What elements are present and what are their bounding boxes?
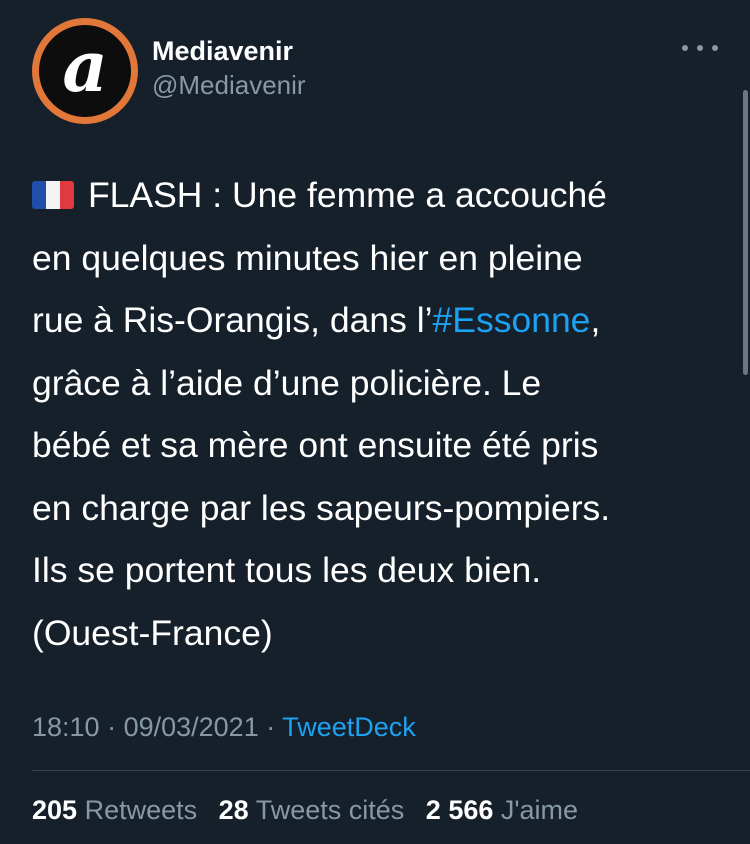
likes-label: J'aime [500, 795, 579, 825]
tweet-line: (Ouest-France) [32, 602, 722, 665]
tweet-stats: 205 Retweets 28 Tweets cités 2 566 J'aim… [32, 791, 592, 829]
tweet-line-text: FLASH : Une femme a accouché [88, 175, 607, 215]
likes-count: 2 566 [425, 795, 494, 825]
author-names[interactable]: Mediavenir @Mediavenir [152, 34, 306, 102]
tweet-source-link[interactable]: TweetDeck [282, 712, 416, 742]
tweet-text: FLASH : Une femme a accouché en quelques… [32, 164, 722, 664]
tweet-line: en quelques minutes hier en pleine [32, 227, 722, 290]
user-handle[interactable]: @Mediavenir [152, 68, 306, 102]
quotes-count: 28 [218, 795, 249, 825]
tweet-line: en charge par les sapeurs-pompiers. [32, 477, 722, 540]
more-dot [682, 45, 688, 51]
tweet-line-text: rue à Ris-Orangis, dans l’ [32, 300, 433, 340]
avatar-logo: a [39, 25, 131, 117]
tweet-date[interactable]: 09/03/2021 [124, 712, 259, 742]
more-options-icon[interactable] [682, 40, 718, 56]
divider [32, 770, 750, 771]
scrollbar[interactable] [743, 90, 748, 375]
tweet-line-text: en quelques minutes hier en pleine [32, 237, 583, 278]
tweet-line-text: (Ouest-France) [32, 612, 273, 653]
hashtag-link[interactable]: #Essonne [433, 300, 591, 340]
tweet-line: FLASH : Une femme a accouché [32, 164, 722, 227]
quotes-label: Tweets cités [255, 795, 405, 825]
tweet-line-text: , [590, 300, 601, 340]
likes-stat[interactable]: 2 566 J'aime [426, 795, 592, 825]
tweet-line: Ils se portent tous les deux bien. [32, 539, 722, 602]
meta-separator: · [258, 712, 283, 742]
tweet-line-text: bébé et sa mère ont ensuite été pris [32, 425, 599, 465]
retweets-stat[interactable]: 205 Retweets [32, 795, 211, 825]
avatar-letter: a [62, 25, 108, 108]
retweets-label: Retweets [84, 795, 198, 825]
avatar[interactable]: a [32, 18, 138, 124]
tweet-line-text: grâce à l’aide d’une policière. Le [32, 362, 542, 403]
tweet-line: bébé et sa mère ont ensuite été pris [32, 414, 722, 477]
more-dot [697, 45, 703, 51]
tweet-line: grâce à l’aide d’une policière. Le [32, 352, 722, 415]
meta-separator: · [99, 712, 124, 742]
tweet-line-text: en charge par les sapeurs-pompiers. [32, 487, 611, 528]
tweet-line-text: Ils se portent tous les deux bien. [32, 550, 542, 590]
tweet-header: a Mediavenir @Mediavenir [32, 18, 718, 124]
flag-france-icon [32, 181, 74, 209]
display-name[interactable]: Mediavenir [152, 34, 306, 68]
tweet-meta: 18:10 · 09/03/2021 · TweetDeck [32, 708, 416, 746]
tweet-line: rue à Ris-Orangis, dans l’#Essonne, [32, 289, 722, 352]
quotes-stat[interactable]: 28 Tweets cités [219, 795, 419, 825]
more-dot [712, 45, 718, 51]
retweets-count: 205 [32, 795, 78, 825]
tweet-time[interactable]: 18:10 [32, 712, 100, 742]
